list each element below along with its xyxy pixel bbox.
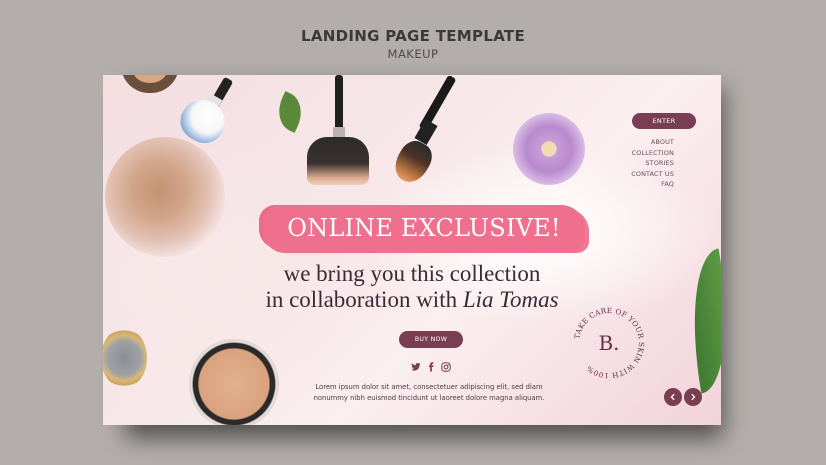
body-copy-line-2: nonummy nibh euismod tincidunt ut laoree… xyxy=(313,394,545,402)
template-title: LANDING PAGE TEMPLATE xyxy=(300,27,526,45)
instagram-icon[interactable] xyxy=(441,359,451,372)
nav-item-stories[interactable]: STORIES xyxy=(623,158,674,169)
template-subtitle: MAKEUP xyxy=(387,47,439,61)
loose-powder-image xyxy=(105,137,225,257)
buy-now-button[interactable]: BUY NOW xyxy=(399,331,463,348)
bronzer-compact-image xyxy=(121,75,179,93)
next-slide-button[interactable] xyxy=(684,388,702,406)
social-links xyxy=(411,359,451,372)
main-nav: ABOUT COLLECTION STORIES CONTACT US FAQ xyxy=(623,137,674,190)
tagline-prefix: in collaboration with xyxy=(265,287,463,312)
body-copy: Lorem ipsum dolor sit amet, consectetuer… xyxy=(303,382,555,404)
brand-badge: TAKE CARE OF YOUR SKIN WITH 100% B. xyxy=(569,303,649,383)
chevron-left-icon xyxy=(669,388,677,406)
eyeshadow-compact-image xyxy=(103,328,147,388)
powder-brush-handle xyxy=(335,75,343,133)
nav-item-collection[interactable]: COLLECTION xyxy=(623,148,674,159)
tagline-line-1: we bring you this collection xyxy=(283,261,541,286)
pressed-powder-compact-image xyxy=(189,339,279,425)
powder-brush-image xyxy=(307,137,369,185)
landing-page-card: ENTER ABOUT COLLECTION STORIES CONTACT U… xyxy=(103,75,721,425)
enter-button[interactable]: ENTER xyxy=(632,113,696,129)
badge-letter: B. xyxy=(598,331,619,355)
dahlia-flower-image xyxy=(513,113,585,185)
nav-item-faq[interactable]: FAQ xyxy=(623,179,674,190)
chevron-right-icon xyxy=(689,388,697,406)
previous-slide-button[interactable] xyxy=(664,388,682,406)
headline: ONLINE EXCLUSIVE! xyxy=(287,214,561,242)
twitter-icon[interactable] xyxy=(411,359,421,371)
foundation-brush-image xyxy=(388,135,438,189)
nav-item-contact-us[interactable]: CONTACT US xyxy=(623,169,674,180)
collaborator-name: Lia Tomas xyxy=(462,287,559,312)
nav-item-about[interactable]: ABOUT xyxy=(623,137,674,148)
facebook-icon[interactable] xyxy=(426,359,436,372)
body-copy-line-1: Lorem ipsum dolor sit amet, consectetuer… xyxy=(315,383,543,391)
small-leaf-image xyxy=(271,91,309,133)
